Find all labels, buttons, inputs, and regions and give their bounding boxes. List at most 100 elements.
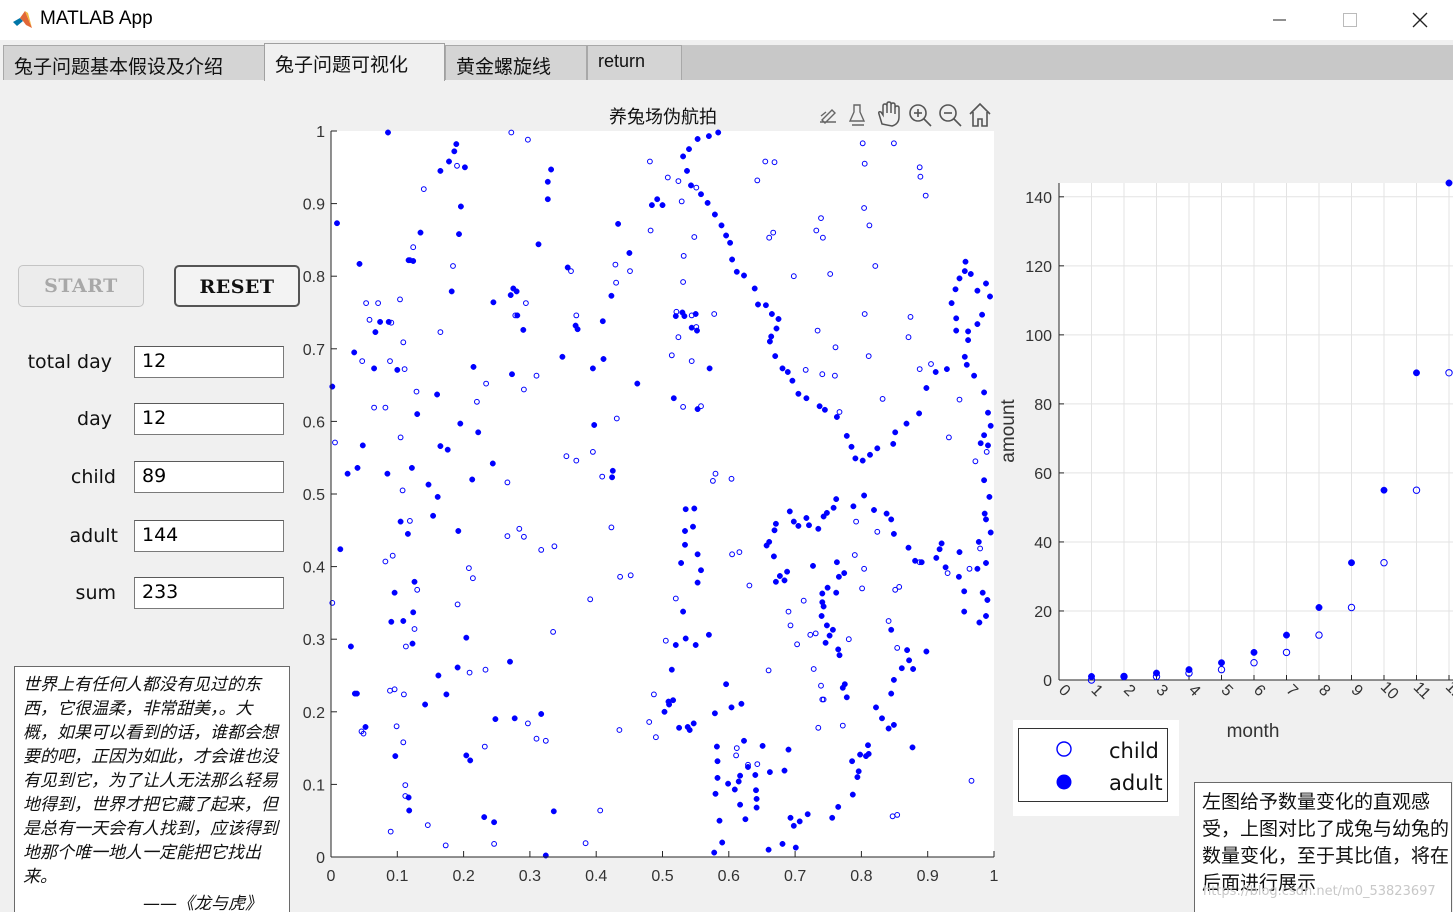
pan-hand-icon[interactable] — [878, 101, 900, 127]
scatter-point-child — [470, 575, 476, 582]
scatter-point-adult — [507, 658, 513, 665]
scatter-point-adult — [822, 639, 829, 646]
scatter-point-adult — [422, 701, 429, 708]
legend[interactable]: child adult — [1018, 728, 1168, 802]
scatter-point-adult — [509, 371, 515, 378]
scatter-point-adult — [854, 774, 861, 781]
scatter-point-adult — [961, 353, 968, 360]
scatter-point-adult — [890, 721, 897, 728]
scatter-x-tick-label: 0.4 — [585, 868, 607, 885]
scatter-x-tick-label: 0.5 — [651, 868, 673, 885]
scatter-point-child — [360, 730, 367, 737]
tab-return[interactable]: return — [587, 45, 682, 80]
scatter-point-child — [612, 261, 619, 268]
total-day-field[interactable]: 12 — [134, 346, 284, 378]
scatter-point-child — [397, 434, 404, 441]
close-button[interactable] — [1391, 0, 1449, 40]
start-button[interactable]: START — [18, 265, 144, 307]
scatter-point-adult — [400, 618, 407, 624]
scatter-point-child — [966, 565, 973, 572]
y-axis-label: amount — [998, 399, 1019, 463]
scatter-point-child — [521, 386, 527, 393]
scatter-point-child — [401, 366, 408, 373]
scatter-point-adult — [942, 564, 949, 571]
scatter-point-adult — [692, 311, 699, 317]
scatter-point-adult — [836, 652, 843, 659]
scatter-point-adult — [974, 321, 981, 328]
scatter-point-adult — [729, 256, 736, 263]
population-point-child — [1412, 486, 1421, 494]
population-point-adult — [1088, 673, 1095, 680]
scatter-point-child — [688, 358, 695, 365]
reset-button[interactable]: RESET — [174, 265, 300, 307]
scatter-point-adult — [983, 516, 989, 523]
brush-icon[interactable] — [820, 109, 836, 124]
scatter-point-adult — [839, 684, 846, 691]
scatter-point-adult — [833, 414, 840, 420]
tab-golden-spiral[interactable]: 黄金螺旋线 — [445, 45, 587, 80]
tab-intro[interactable]: 兔子问题基本假设及介绍 — [3, 45, 265, 80]
scatter-x-tick-label: 0.7 — [784, 868, 806, 885]
scatter-point-child — [399, 487, 406, 494]
child-field[interactable]: 89 — [134, 461, 284, 493]
scatter-point-adult — [725, 780, 732, 787]
scatter-point-child — [413, 388, 420, 395]
scatter-point-child — [573, 312, 580, 319]
legend-marker-child — [1056, 741, 1072, 757]
scatter-point-adult — [609, 474, 616, 481]
adult-label: adult — [69, 525, 118, 547]
scatter-point-adult — [855, 768, 862, 775]
scatter-point-adult — [824, 584, 831, 591]
scatter-point-adult — [356, 260, 363, 267]
scatter-point-adult — [961, 268, 968, 275]
scatter-point-child — [891, 140, 897, 147]
scatter-point-child — [568, 268, 574, 275]
scatter-point-adult — [943, 366, 950, 373]
adult-field[interactable]: 144 — [134, 520, 284, 552]
scatter-point-child — [647, 227, 654, 234]
scatter-point-adult — [784, 568, 791, 575]
scatter-point-adult — [923, 648, 930, 655]
zoom-out-icon[interactable] — [939, 104, 962, 127]
scatter-point-adult — [388, 618, 395, 625]
population-y-tick-label: 40 — [1034, 535, 1052, 552]
tab-visualization[interactable]: 兔子问题可视化 — [264, 43, 445, 81]
zoom-in-icon[interactable] — [909, 104, 932, 127]
population-point-adult — [1283, 631, 1290, 639]
data-tip-icon[interactable] — [848, 104, 866, 126]
scatter-point-adult — [965, 337, 972, 344]
scatter-point-adult — [679, 309, 686, 316]
scatter-point-child — [680, 253, 687, 259]
scatter-point-adult — [781, 767, 788, 774]
scatter-point-adult — [634, 380, 641, 387]
scatter-point-adult — [672, 642, 679, 648]
scatter-point-child — [525, 720, 531, 727]
scatter-point-adult — [938, 540, 945, 547]
scatter-point-child — [859, 585, 865, 592]
home-icon[interactable] — [969, 102, 991, 127]
minimize-button[interactable] — [1250, 0, 1308, 40]
scatter-point-child — [851, 552, 858, 558]
scatter-point-child — [400, 739, 407, 746]
scatter-point-child — [647, 158, 653, 165]
scatter-point-adult — [956, 275, 963, 282]
scatter-point-child — [820, 696, 827, 703]
scatter-point-adult — [694, 327, 700, 334]
scatter-point-child — [977, 545, 983, 552]
maximize-button[interactable] — [1320, 0, 1378, 40]
scatter-point-adult — [672, 313, 679, 320]
scatter-point-adult — [835, 803, 842, 810]
quote-textarea[interactable]: 世界上有任何人都没有见过的东西，它很温柔，非常甜美，。大概，如果可以看到的话，谁… — [14, 666, 290, 912]
scatter-point-adult — [456, 231, 462, 238]
scatter-point-adult — [678, 560, 685, 566]
day-field[interactable]: 12 — [134, 403, 284, 435]
population-x-tick-label: 4 — [1185, 682, 1203, 700]
population-point-child — [1120, 672, 1128, 681]
sum-field[interactable]: 233 — [134, 577, 284, 609]
scatter-point-adult — [775, 316, 782, 322]
scatter-point-adult — [668, 666, 675, 673]
population-point-adult — [1120, 673, 1128, 680]
scatter-point-adult — [434, 493, 441, 500]
scatter-point-adult — [344, 470, 351, 477]
scatter-point-adult — [711, 211, 718, 218]
